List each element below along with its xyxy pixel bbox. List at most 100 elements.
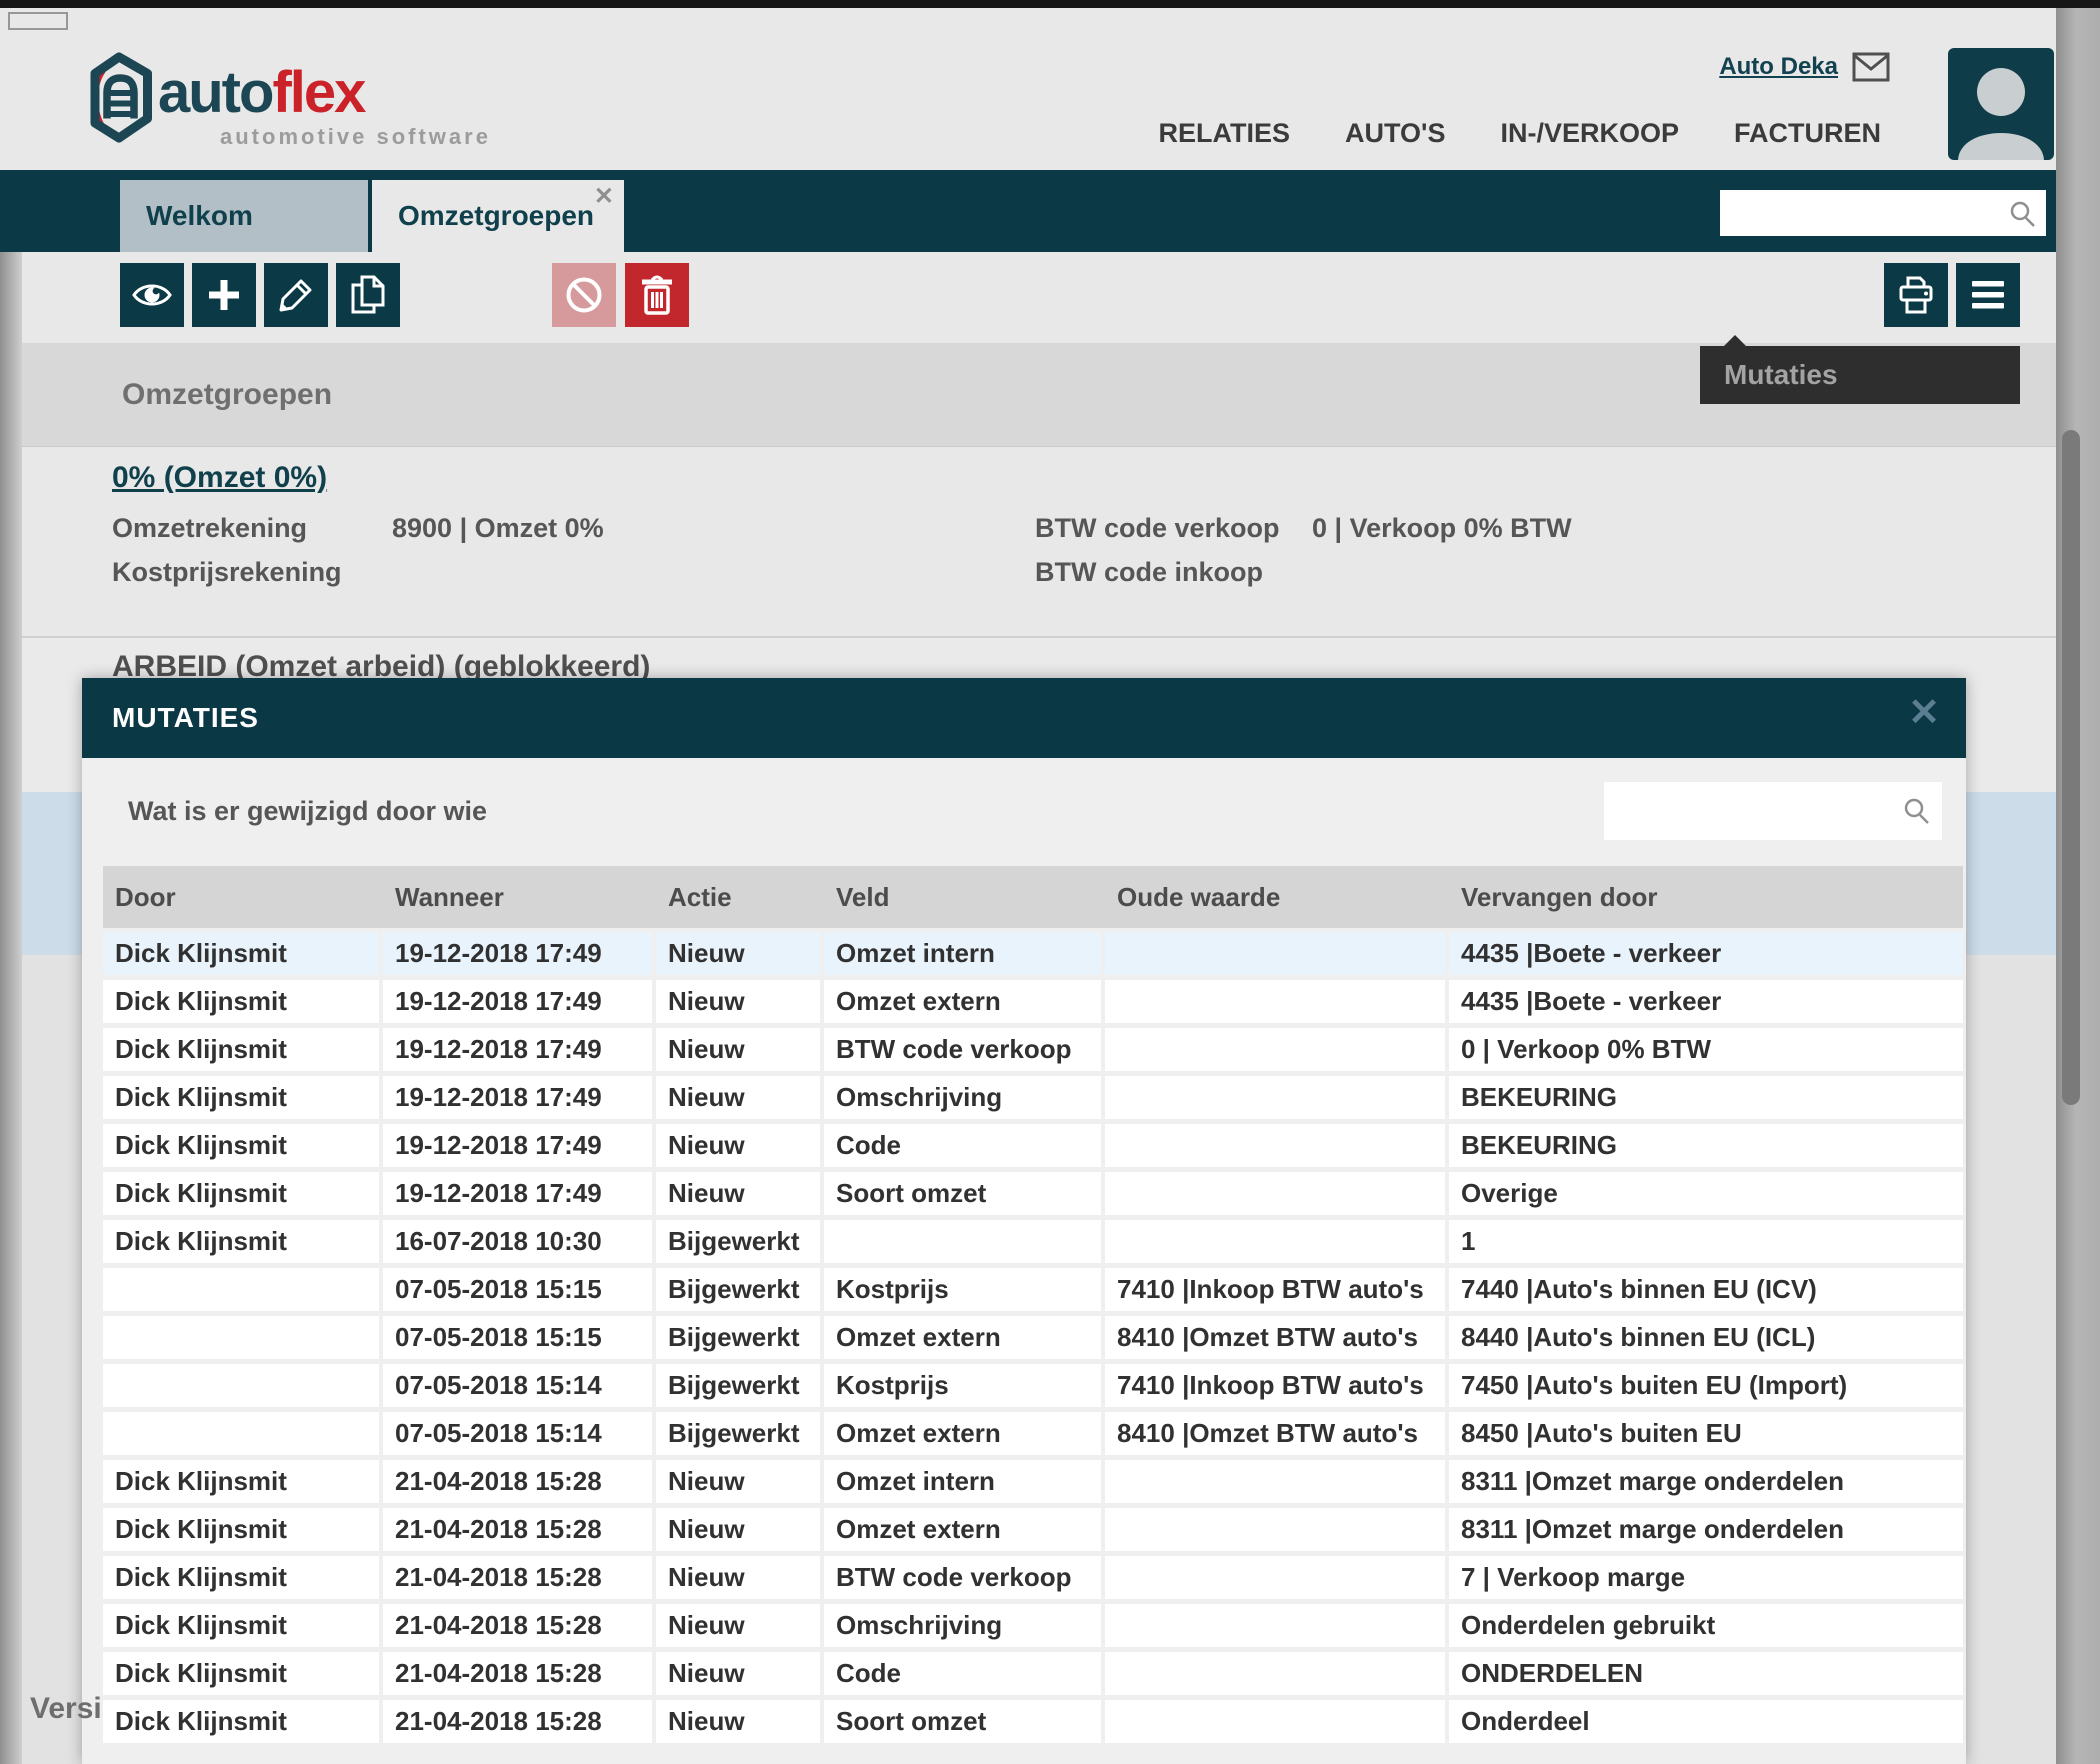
table-cell: Nieuw bbox=[656, 980, 820, 1023]
table-row[interactable]: Dick Klijnsmit16-07-2018 10:30Bijgewerkt… bbox=[103, 1220, 1963, 1263]
menu-button[interactable] bbox=[1956, 263, 2020, 327]
block-button[interactable] bbox=[552, 263, 616, 327]
table-cell: Omzet intern bbox=[824, 932, 1101, 975]
table-cell: 7 | Verkoop marge bbox=[1449, 1556, 1963, 1599]
table-cell: 21-04-2018 15:28 bbox=[383, 1652, 652, 1695]
table-cell: 8440 |Auto's binnen EU (ICL) bbox=[1449, 1316, 1963, 1359]
autoflex-logo-icon[interactable] bbox=[86, 52, 152, 146]
table-cell: Dick Klijnsmit bbox=[103, 1652, 379, 1695]
table-cell: 19-12-2018 17:49 bbox=[383, 1124, 652, 1167]
table-cell: Bijgewerkt bbox=[656, 1268, 820, 1311]
table-cell: Bijgewerkt bbox=[656, 1316, 820, 1359]
table-cell: BTW code verkoop bbox=[824, 1556, 1101, 1599]
table-row[interactable]: Dick Klijnsmit21-04-2018 15:28NieuwSoort… bbox=[103, 1700, 1963, 1743]
table-row[interactable]: Dick Klijnsmit21-04-2018 15:28NieuwOmzet… bbox=[103, 1508, 1963, 1551]
view-button[interactable] bbox=[120, 263, 184, 327]
table-cell: 07-05-2018 15:15 bbox=[383, 1316, 652, 1359]
table-cell bbox=[103, 1364, 379, 1407]
table-cell: Soort omzet bbox=[824, 1172, 1101, 1215]
table-cell: Dick Klijnsmit bbox=[103, 1076, 379, 1119]
table-cell: 8410 |Omzet BTW auto's bbox=[1105, 1412, 1445, 1455]
table-row[interactable]: Dick Klijnsmit19-12-2018 17:49NieuwBTW c… bbox=[103, 1028, 1963, 1071]
add-button[interactable] bbox=[192, 263, 256, 327]
table-cell: Code bbox=[824, 1652, 1101, 1695]
tabbar-search-input[interactable] bbox=[1720, 190, 2012, 236]
table-cell: Nieuw bbox=[656, 932, 820, 975]
table-cell bbox=[103, 1316, 379, 1359]
table-row[interactable]: Dick Klijnsmit19-12-2018 17:49NieuwOmzet… bbox=[103, 980, 1963, 1023]
table-cell: Bijgewerkt bbox=[656, 1412, 820, 1455]
table-cell bbox=[1105, 932, 1445, 975]
table-cell: 21-04-2018 15:28 bbox=[383, 1556, 652, 1599]
table-cell: Dick Klijnsmit bbox=[103, 1460, 379, 1503]
table-cell: 21-04-2018 15:28 bbox=[383, 1604, 652, 1647]
main-nav: RELATIES AUTO'S IN-/VERKOOP FACTUREN bbox=[1159, 118, 1881, 149]
table-cell: Overige bbox=[1449, 1172, 1963, 1215]
nav-relaties[interactable]: RELATIES bbox=[1159, 118, 1291, 149]
table-cell: Nieuw bbox=[656, 1028, 820, 1071]
group-link[interactable]: 0% (Omzet 0%) bbox=[112, 461, 327, 495]
table-row[interactable]: Dick Klijnsmit19-12-2018 17:49NieuwOmzet… bbox=[103, 932, 1963, 975]
print-button[interactable] bbox=[1884, 263, 1948, 327]
table-column-header: Actie bbox=[656, 882, 820, 913]
envelope-icon[interactable] bbox=[1852, 52, 1890, 82]
modal-close-icon[interactable]: ✕ bbox=[1908, 694, 1940, 732]
table-cell: 19-12-2018 17:49 bbox=[383, 932, 652, 975]
hamburger-icon bbox=[1969, 278, 2007, 312]
table-cell: BEKEURING bbox=[1449, 1124, 1963, 1167]
nav-facturen[interactable]: FACTUREN bbox=[1734, 118, 1881, 149]
table-row[interactable]: 07-05-2018 15:15BijgewerktOmzet extern84… bbox=[103, 1316, 1963, 1359]
table-cell: Bijgewerkt bbox=[656, 1220, 820, 1263]
table-cell: 19-12-2018 17:49 bbox=[383, 980, 652, 1023]
table-row[interactable]: Dick Klijnsmit21-04-2018 15:28NieuwCodeO… bbox=[103, 1652, 1963, 1695]
user-link[interactable]: Auto Deka bbox=[1719, 53, 1838, 81]
app-window: autoflex automotive software RELATIES AU… bbox=[0, 0, 2100, 1764]
pencil-icon bbox=[277, 276, 315, 314]
modal-header: MUTATIES ✕ bbox=[82, 678, 1966, 758]
table-row[interactable]: Dick Klijnsmit21-04-2018 15:28NieuwBTW c… bbox=[103, 1556, 1963, 1599]
table-cell: Nieuw bbox=[656, 1556, 820, 1599]
table-cell: Omschrijving bbox=[824, 1076, 1101, 1119]
app-header: autoflex automotive software RELATIES AU… bbox=[0, 8, 2056, 170]
delete-button[interactable] bbox=[625, 263, 689, 327]
table-cell: 21-04-2018 15:28 bbox=[383, 1700, 652, 1743]
table-cell bbox=[1105, 1460, 1445, 1503]
table-row[interactable]: Dick Klijnsmit21-04-2018 15:28NieuwOmzet… bbox=[103, 1460, 1963, 1503]
copy-button[interactable] bbox=[336, 263, 400, 327]
table-row[interactable]: 07-05-2018 15:14BijgewerktKostprijs7410 … bbox=[103, 1364, 1963, 1407]
table-cell bbox=[1105, 1508, 1445, 1551]
table-column-header: Door bbox=[103, 882, 379, 913]
table-row[interactable]: Dick Klijnsmit19-12-2018 17:49NieuwSoort… bbox=[103, 1172, 1963, 1215]
autoflex-logo[interactable]: autoflex bbox=[158, 64, 364, 122]
modal-search-input[interactable] bbox=[1604, 782, 1906, 840]
table-cell: Nieuw bbox=[656, 1652, 820, 1695]
table-row[interactable]: Dick Klijnsmit21-04-2018 15:28NieuwOmsch… bbox=[103, 1604, 1963, 1647]
table-cell bbox=[1105, 1172, 1445, 1215]
table-cell: 7410 |Inkoop BTW auto's bbox=[1105, 1268, 1445, 1311]
table-cell: 21-04-2018 15:28 bbox=[383, 1460, 652, 1503]
version-footer: Versi bbox=[30, 1692, 102, 1726]
table-row[interactable]: Dick Klijnsmit19-12-2018 17:49NieuwCodeB… bbox=[103, 1124, 1963, 1167]
table-cell: 19-12-2018 17:49 bbox=[383, 1028, 652, 1071]
page-title: Omzetgroepen bbox=[122, 343, 332, 446]
tab-omzetgroepen[interactable]: Omzetgroepen ✕ bbox=[372, 180, 624, 252]
table-cell: Dick Klijnsmit bbox=[103, 1700, 379, 1743]
table-cell bbox=[1105, 1604, 1445, 1647]
tab-welkom[interactable]: Welkom bbox=[120, 180, 368, 252]
scrollbar-thumb[interactable] bbox=[2062, 430, 2080, 1105]
edit-button[interactable] bbox=[264, 263, 328, 327]
eye-icon bbox=[131, 280, 173, 310]
table-cell: Dick Klijnsmit bbox=[103, 1508, 379, 1551]
table-row[interactable]: 07-05-2018 15:15BijgewerktKostprijs7410 … bbox=[103, 1268, 1963, 1311]
tab-close-icon[interactable]: ✕ bbox=[594, 182, 614, 211]
field-value: 0 | Verkoop 0% BTW bbox=[1312, 513, 1572, 544]
nav-inverkoop[interactable]: IN-/VERKOOP bbox=[1500, 118, 1679, 149]
nav-autos[interactable]: AUTO'S bbox=[1345, 118, 1445, 149]
brand-part2: flex bbox=[272, 60, 364, 125]
user-row: Auto Deka bbox=[1719, 52, 1890, 82]
table-cell: 8311 |Omzet marge onderdelen bbox=[1449, 1508, 1963, 1551]
table-row[interactable]: 07-05-2018 15:14BijgewerktOmzet extern84… bbox=[103, 1412, 1963, 1455]
avatar[interactable] bbox=[1948, 48, 2054, 160]
table-row[interactable]: Dick Klijnsmit19-12-2018 17:49NieuwOmsch… bbox=[103, 1076, 1963, 1119]
plus-icon bbox=[205, 276, 243, 314]
